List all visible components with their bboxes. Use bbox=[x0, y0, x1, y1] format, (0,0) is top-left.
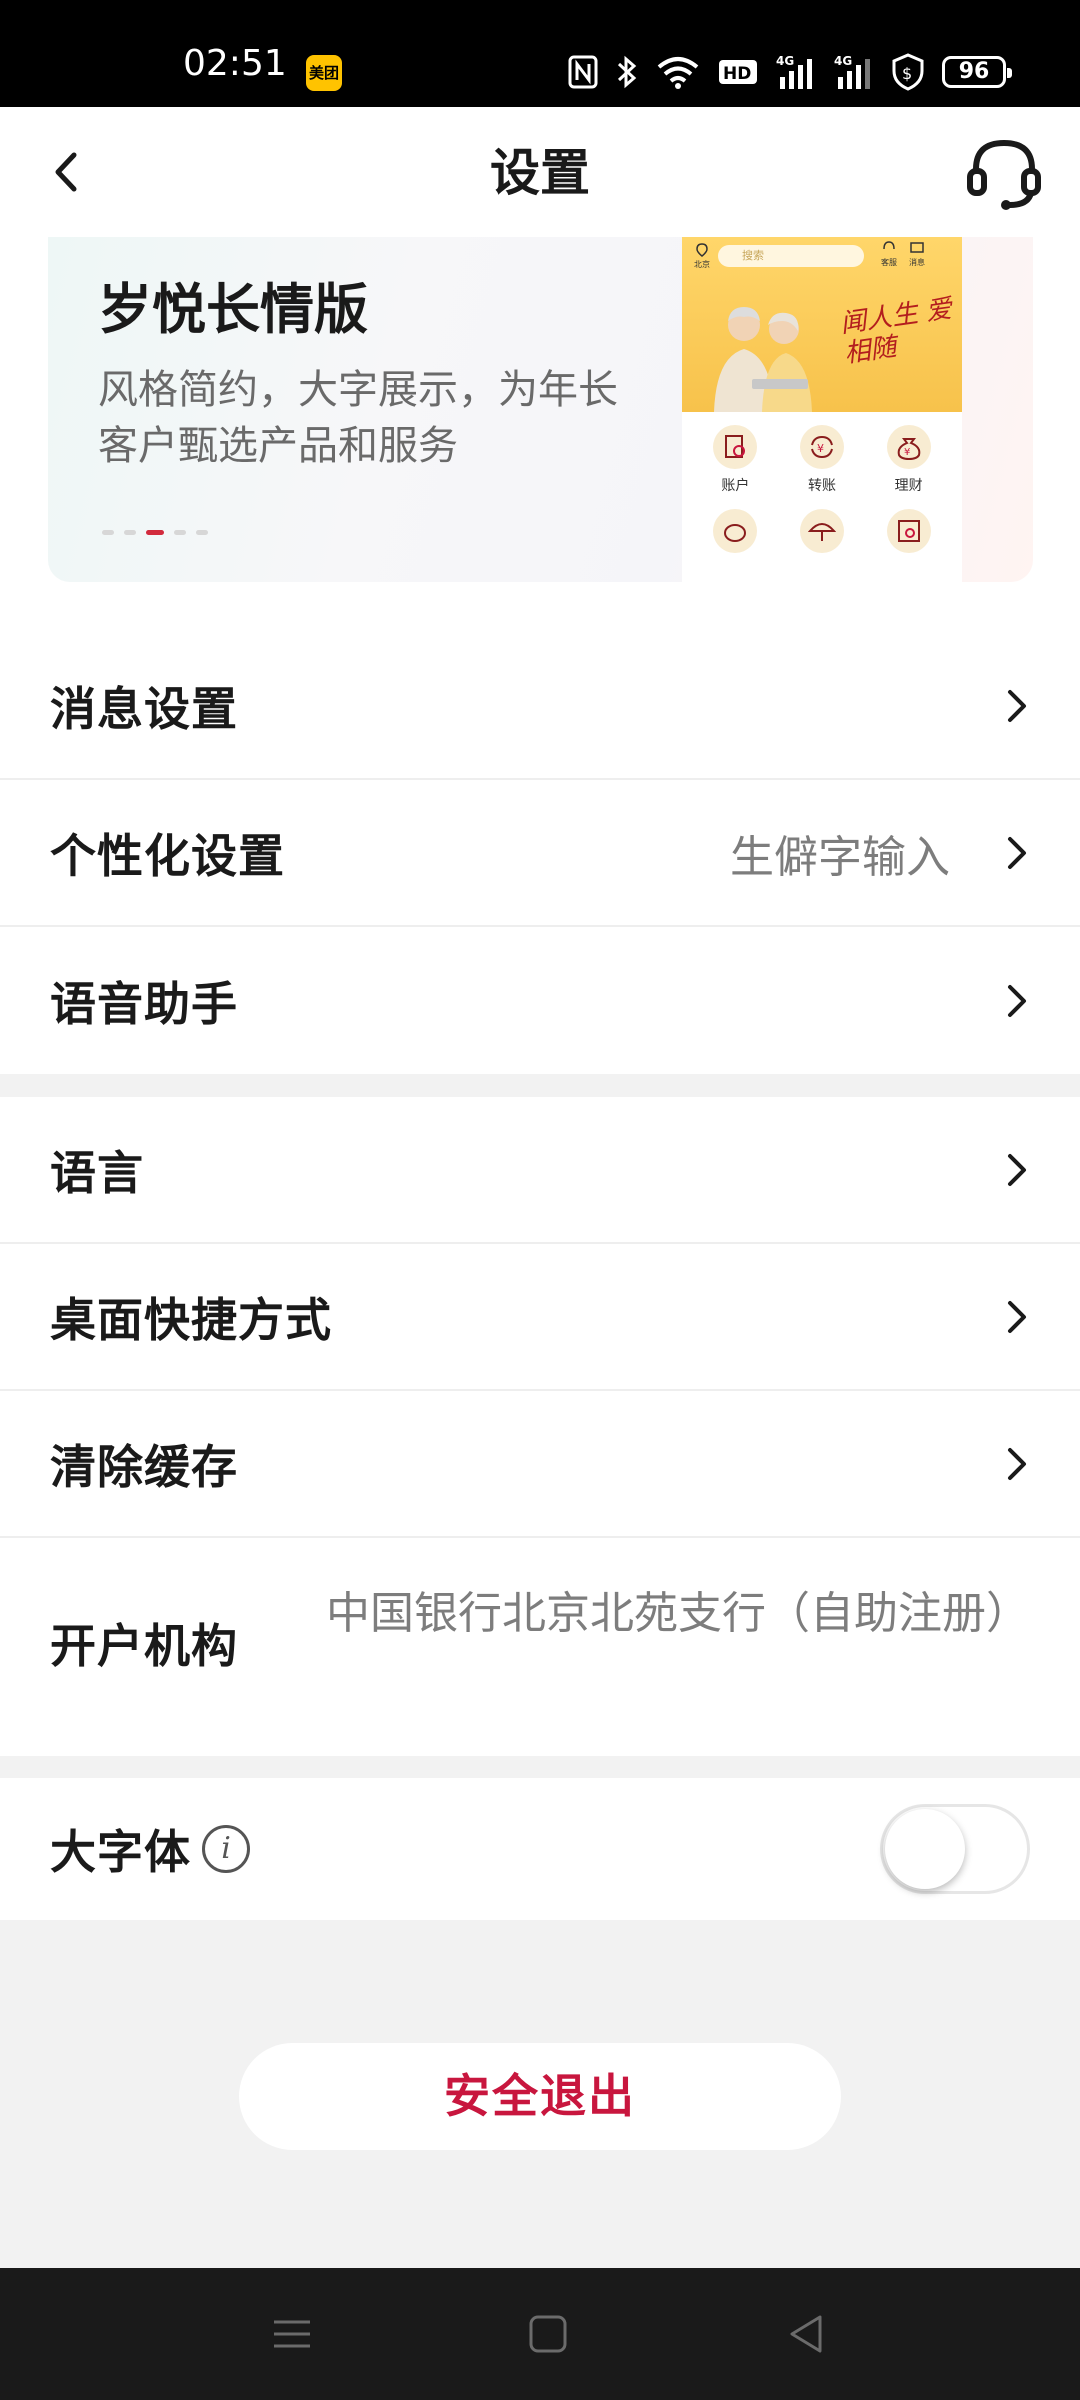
setting-label: 桌面快捷方式 bbox=[50, 1292, 332, 1347]
pagination-dot bbox=[174, 530, 186, 535]
transfer-icon: ¥ bbox=[799, 425, 844, 469]
system-navigation-bar bbox=[0, 2268, 1080, 2400]
battery-icon: 96 bbox=[942, 56, 1012, 88]
app-preview-image: 北京 搜索 客服 消息 闻人生 爱相随 账户 ¥ 转账 ¥ 理财 bbox=[682, 237, 962, 582]
accessibility-icon bbox=[886, 509, 931, 553]
svg-text:$: $ bbox=[902, 64, 912, 83]
chevron-right-icon bbox=[1008, 836, 1026, 869]
account-icon bbox=[713, 425, 758, 469]
status-time: 02:51 bbox=[183, 43, 287, 84]
settings-group-1: 消息设置 个性化设置 生僻字输入 语音助手 bbox=[0, 633, 1080, 1074]
settings-group-3: 大字体 i bbox=[0, 1778, 1080, 1920]
setting-label: 开户机构 bbox=[50, 1619, 238, 1673]
svg-text:¥: ¥ bbox=[904, 447, 910, 458]
setting-row-clear-cache[interactable]: 清除缓存 bbox=[0, 1391, 1080, 1538]
preview-search: 搜索 bbox=[718, 245, 864, 267]
logout-button[interactable]: 安全退出 bbox=[239, 2043, 841, 2150]
setting-row-message[interactable]: 消息设置 bbox=[0, 633, 1080, 780]
preview-header: 北京 搜索 客服 消息 闻人生 爱相随 bbox=[682, 237, 962, 412]
preview-item-insurance bbox=[779, 509, 866, 553]
preview-item-accessibility bbox=[865, 509, 952, 553]
pagination-dot-active bbox=[146, 530, 164, 535]
preview-grid: 账户 ¥ 转账 ¥ 理财 bbox=[692, 425, 952, 553]
signal-4g-2-icon: 4G bbox=[834, 54, 870, 89]
chevron-right-icon bbox=[1008, 1300, 1026, 1333]
setting-label: 个性化设置 bbox=[50, 828, 285, 883]
preview-location: 北京 bbox=[692, 243, 712, 270]
preview-item-piggy bbox=[692, 509, 779, 553]
pagination-dot bbox=[102, 530, 114, 535]
chevron-right-icon bbox=[1008, 689, 1026, 722]
top-app-bar: 设置 bbox=[0, 107, 1080, 237]
signal-4g-icon: 4G bbox=[776, 54, 812, 89]
bluetooth-icon bbox=[617, 55, 637, 89]
setting-label: 大字体 bbox=[50, 1825, 191, 1879]
setting-value: 生僻字输入 bbox=[730, 831, 950, 883]
chevron-right-icon bbox=[1008, 1153, 1026, 1186]
large-font-toggle[interactable] bbox=[880, 1804, 1030, 1894]
banner-description: 风格简约，大字展示，为年长客户甄选产品和服务 bbox=[98, 367, 618, 469]
preview-item-transfer: ¥ 转账 bbox=[779, 425, 866, 495]
setting-row-large-font: 大字体 i bbox=[0, 1778, 1080, 1920]
preview-poem: 闻人生 爱相随 bbox=[838, 294, 954, 370]
headset-support-icon[interactable] bbox=[966, 135, 1042, 211]
headset-icon bbox=[883, 241, 895, 250]
setting-label: 消息设置 bbox=[50, 681, 238, 736]
page-title: 设置 bbox=[490, 144, 590, 202]
location-pin-icon bbox=[696, 243, 708, 257]
hd-icon: HD bbox=[719, 60, 757, 84]
setting-row-voice-assistant[interactable]: 语音助手 bbox=[0, 927, 1080, 1074]
svg-text:HD: HD bbox=[723, 64, 751, 84]
banner-area: 岁悦长情版 风格简约，大字展示，为年长客户甄选产品和服务 北京 搜索 客服 消息… bbox=[0, 237, 1080, 633]
preview-item-wealth: ¥ 理财 bbox=[865, 425, 952, 495]
setting-row-language[interactable]: 语言 bbox=[0, 1097, 1080, 1244]
status-bar: 02:51 美团 HD 4G 4G $ 96 bbox=[0, 0, 1080, 107]
piggy-bank-icon bbox=[713, 509, 758, 553]
security-shield-icon: $ bbox=[892, 53, 924, 91]
message-icon bbox=[910, 242, 924, 253]
setting-row-personalization[interactable]: 个性化设置 生僻字输入 bbox=[0, 780, 1080, 927]
svg-text:4G: 4G bbox=[834, 54, 852, 68]
pagination-dot bbox=[124, 530, 136, 535]
setting-label: 清除缓存 bbox=[50, 1439, 238, 1494]
chevron-right-icon bbox=[1008, 984, 1026, 1017]
info-icon[interactable]: i bbox=[202, 1825, 250, 1873]
nfc-icon bbox=[568, 55, 598, 89]
home-icon[interactable] bbox=[522, 2308, 574, 2360]
setting-row-account-institution: 开户机构 中国银行北京北苑支行（自助注册） bbox=[0, 1538, 1080, 1756]
banner-title: 岁悦长情版 bbox=[98, 278, 368, 341]
umbrella-icon bbox=[799, 509, 844, 553]
banner-pagination bbox=[102, 530, 208, 535]
toggle-knob bbox=[885, 1809, 965, 1889]
svg-text:¥: ¥ bbox=[817, 442, 824, 455]
setting-label: 语音助手 bbox=[50, 976, 238, 1031]
meituan-notification-icon: 美团 bbox=[306, 55, 342, 91]
preview-message: 消息 bbox=[906, 241, 928, 268]
pagination-dot bbox=[196, 530, 208, 535]
status-icons: HD 4G 4G $ 96 bbox=[568, 50, 1012, 94]
menu-icon[interactable] bbox=[266, 2308, 318, 2360]
back-icon[interactable] bbox=[780, 2308, 832, 2360]
settings-group-2: 语言 桌面快捷方式 清除缓存 开户机构 中国银行北京北苑支行（自助注册） bbox=[0, 1097, 1080, 1756]
money-bag-icon: ¥ bbox=[886, 425, 931, 469]
elderly-couple-illustration bbox=[714, 307, 812, 412]
chevron-right-icon bbox=[1008, 1447, 1026, 1480]
wifi-icon bbox=[657, 57, 699, 89]
preview-kefu: 客服 bbox=[878, 241, 900, 268]
setting-label: 语言 bbox=[50, 1145, 144, 1200]
preview-item-account: 账户 bbox=[692, 425, 779, 495]
setting-row-desktop-shortcut[interactable]: 桌面快捷方式 bbox=[0, 1244, 1080, 1391]
svg-text:4G: 4G bbox=[776, 54, 794, 68]
account-institution-value: 中国银行北京北苑支行（自助注册） bbox=[326, 1588, 1030, 1639]
elder-mode-banner[interactable]: 岁悦长情版 风格简约，大字展示，为年长客户甄选产品和服务 北京 搜索 客服 消息… bbox=[48, 237, 1033, 582]
